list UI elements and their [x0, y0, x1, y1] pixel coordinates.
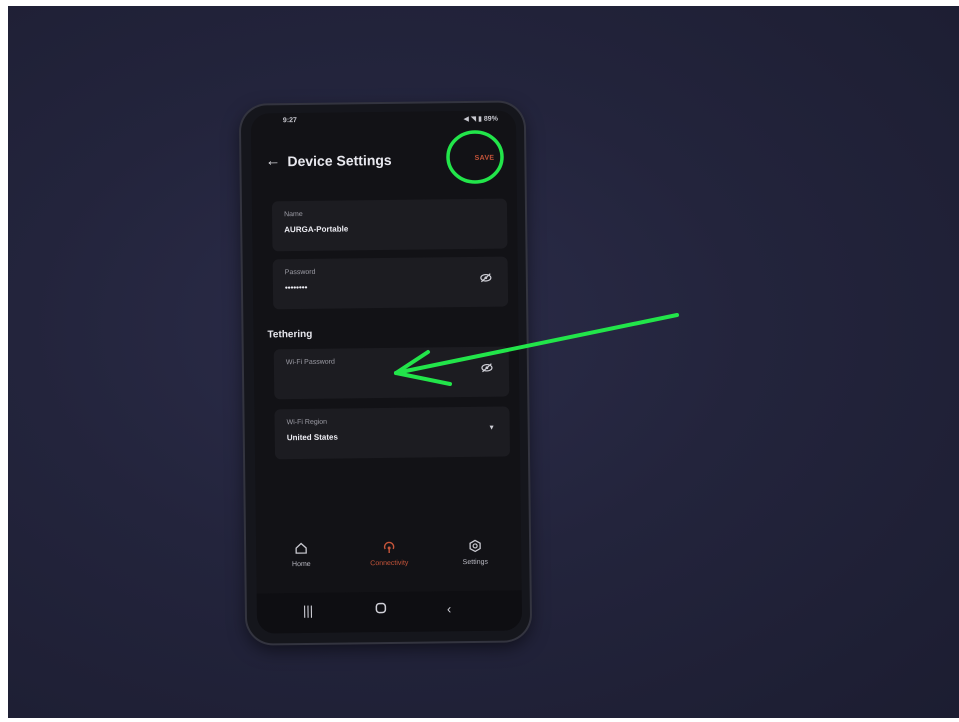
eye-off-icon[interactable]	[480, 273, 492, 286]
status-time: 9:27	[282, 117, 297, 125]
bottom-nav: Home Connectivity Settings	[256, 538, 522, 591]
page-title: Device Settings	[287, 151, 392, 170]
settings-icon	[440, 538, 510, 557]
back-chevron-icon[interactable]: ‹	[447, 601, 452, 616]
name-field-value: AURGA-Portable	[284, 224, 349, 235]
password-field-value: ••••••••	[284, 282, 308, 293]
system-nav-bar: ||| ‹	[256, 590, 523, 634]
save-button[interactable]: SAVE	[475, 149, 495, 169]
nav-home-label: Home	[291, 560, 311, 569]
wifi-region-value: United States	[286, 432, 338, 443]
wifi-password-label: Wi-Fi Password	[285, 358, 335, 367]
app-header: ← Device Settings SAVE	[265, 147, 502, 174]
home-icon	[266, 541, 336, 560]
connectivity-icon	[354, 540, 424, 559]
home-circle-icon[interactable]	[375, 602, 387, 617]
name-field[interactable]: Name AURGA-Portable	[271, 198, 508, 252]
nav-home[interactable]: Home	[266, 541, 336, 569]
recents-icon[interactable]: |||	[303, 603, 313, 618]
phone-screen: 9:27 ◀ ◥ ▮ 89% ← Device Settings SAVE Na…	[250, 110, 523, 634]
nav-settings[interactable]: Settings	[440, 538, 510, 566]
photo-background: 9:27 ◀ ◥ ▮ 89% ← Device Settings SAVE Na…	[8, 6, 959, 718]
tethering-section-title: Tethering	[267, 328, 313, 341]
chevron-down-icon[interactable]: ▾	[490, 423, 494, 432]
back-arrow-icon[interactable]: ←	[265, 149, 280, 173]
phone-device: 9:27 ◀ ◥ ▮ 89% ← Device Settings SAVE Na…	[240, 102, 531, 644]
eye-off-icon[interactable]	[481, 363, 493, 376]
name-field-label: Name	[284, 210, 303, 219]
nav-settings-label: Settings	[462, 558, 489, 567]
wifi-region-label: Wi-Fi Region	[286, 418, 328, 427]
password-field[interactable]: Password ••••••••	[272, 256, 509, 310]
password-field-label: Password	[284, 268, 316, 277]
nav-connectivity-label: Connectivity	[370, 559, 409, 568]
wifi-region-select[interactable]: Wi-Fi Region United States ▾	[274, 406, 511, 460]
wifi-password-field[interactable]: Wi-Fi Password	[273, 346, 510, 400]
status-icons: ◀ ◥ ▮ 89%	[463, 115, 498, 124]
nav-connectivity[interactable]: Connectivity	[354, 540, 424, 568]
